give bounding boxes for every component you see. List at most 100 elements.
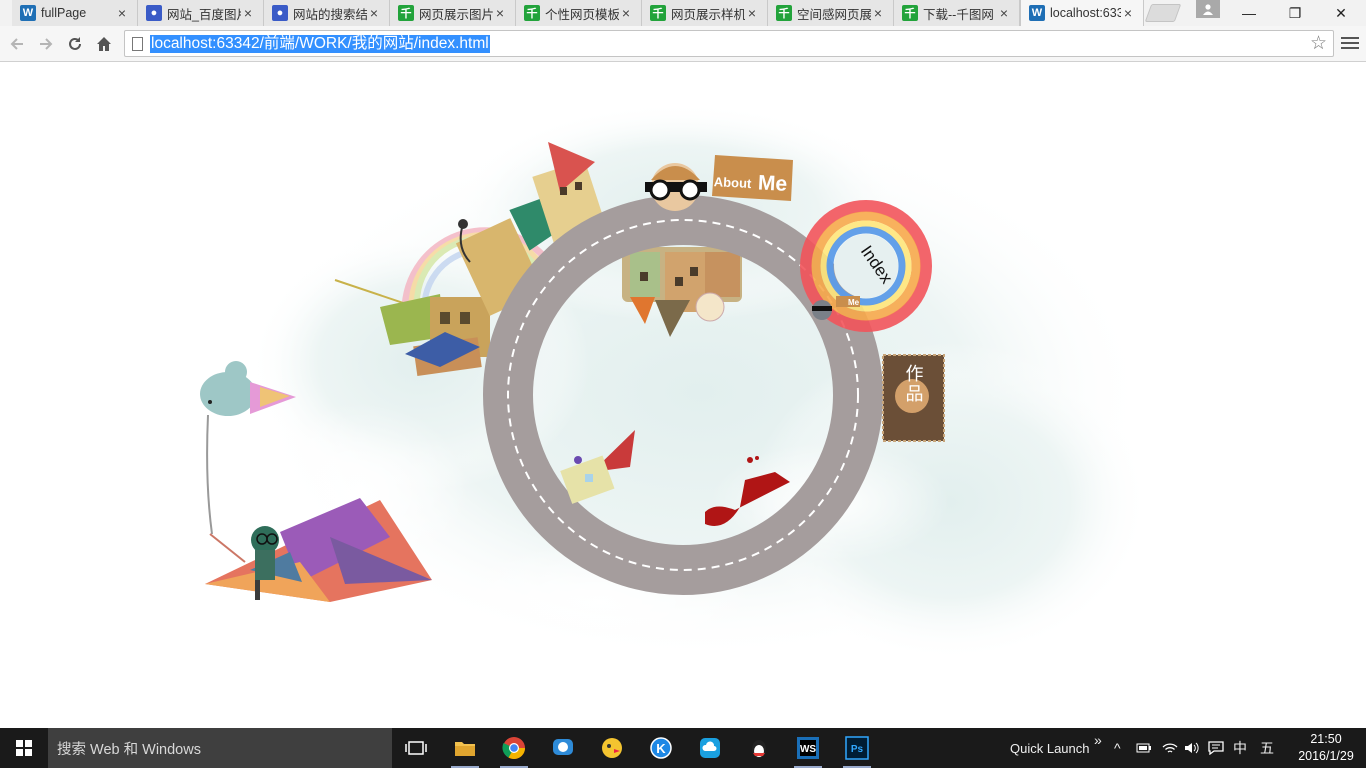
tray-expand-icon[interactable]: ^: [1114, 728, 1121, 768]
chrome-button[interactable]: [498, 732, 530, 768]
volume-icon[interactable]: [1184, 728, 1200, 768]
bird-app-button[interactable]: [596, 732, 628, 764]
qt-app-button[interactable]: [547, 732, 579, 764]
home-button[interactable]: [92, 32, 116, 56]
tab-mockups[interactable]: 千 网页展示样机 ×: [642, 0, 768, 26]
tab-fullpage[interactable]: W fullPage ×: [12, 0, 138, 26]
page-icon: [132, 37, 143, 51]
notification-icon[interactable]: [1208, 728, 1224, 768]
qiantu-icon: 千: [902, 5, 918, 21]
qiantu-icon: 千: [398, 5, 414, 21]
wifi-icon[interactable]: [1162, 728, 1178, 768]
chrome-menu-button[interactable]: [1341, 32, 1359, 54]
address-bar[interactable]: localhost:63342/前端/WORK/我的网站/index.html …: [124, 30, 1334, 57]
works-sign[interactable]: 作品: [882, 354, 945, 442]
bookmark-star-icon[interactable]: ☆: [1310, 32, 1327, 55]
tab-spatial[interactable]: 千 空间感网页展 ×: [768, 0, 894, 26]
close-icon[interactable]: ×: [871, 5, 885, 21]
webstorm-icon: W: [1029, 5, 1045, 21]
arrow-right-icon: [40, 38, 53, 50]
tab-title: 网站_百度图片: [167, 7, 241, 22]
tab-templates[interactable]: 千 个性网页模板 ×: [516, 0, 642, 26]
photoshop-button[interactable]: Ps: [841, 732, 873, 768]
home-icon: [97, 37, 111, 51]
k-music-icon: K: [650, 737, 672, 759]
windows-logo-icon: [16, 740, 32, 756]
taskbar-search[interactable]: 搜索 Web 和 Windows: [48, 728, 392, 768]
svg-text:Ps: Ps: [851, 744, 864, 755]
tab-title: 网页展示样机: [671, 7, 745, 22]
chrome-icon: [502, 737, 525, 759]
tab-page-images[interactable]: 千 网页展示图片 ×: [390, 0, 516, 26]
profile-button[interactable]: [1196, 0, 1220, 18]
tab-baidu-images[interactable]: ● 网站_百度图片 ×: [138, 0, 264, 26]
forward-button[interactable]: [34, 32, 58, 56]
back-button[interactable]: [5, 32, 29, 56]
close-icon[interactable]: ×: [241, 5, 255, 21]
svg-text:K: K: [656, 741, 666, 756]
tab-search-results[interactable]: ● 网站的搜索结果 ×: [264, 0, 390, 26]
baidu-paw-icon: ●: [146, 5, 162, 21]
qiantu-icon: 千: [524, 5, 540, 21]
menu-bar-icon: [1341, 47, 1359, 49]
mini-sign-text: Me: [848, 298, 860, 307]
kugou-button[interactable]: K: [645, 732, 677, 764]
close-icon[interactable]: ×: [997, 5, 1011, 21]
task-view-icon: [405, 741, 427, 755]
reload-button[interactable]: [63, 32, 87, 56]
tab-title: 个性网页模板: [545, 7, 619, 22]
maximize-button[interactable]: ❐: [1272, 0, 1318, 26]
tab-title: localhost:633: [1050, 6, 1121, 20]
quick-launch-chevron[interactable]: »: [1094, 720, 1102, 760]
windows-taskbar: 搜索 Web 和 Windows K WS Ps Quick Launch » …: [0, 728, 1366, 768]
new-tab-button[interactable]: [1144, 4, 1182, 22]
page-viewport: About Me Index Me 作品: [0, 62, 1366, 728]
close-icon[interactable]: ×: [745, 5, 759, 21]
ime-mode-indicator[interactable]: 五: [1260, 728, 1274, 768]
photoshop-icon: Ps: [845, 736, 869, 760]
qq-button[interactable]: [743, 732, 775, 764]
svg-text:WS: WS: [800, 744, 816, 755]
person-icon: [1203, 4, 1213, 15]
battery-icon[interactable]: [1136, 728, 1152, 768]
ime-indicator[interactable]: 中: [1233, 728, 1247, 768]
close-icon[interactable]: ×: [1121, 5, 1135, 21]
close-icon[interactable]: ×: [115, 5, 129, 21]
file-explorer-button[interactable]: [449, 732, 481, 768]
baidu-paw-icon: ●: [272, 5, 288, 21]
close-icon[interactable]: ×: [493, 5, 507, 21]
clock-time: 21:50: [1310, 732, 1342, 746]
tab-title: 网站的搜索结果: [293, 7, 367, 22]
close-icon[interactable]: ×: [619, 5, 633, 21]
about-me-sign[interactable]: About Me: [712, 155, 793, 201]
clock-date: 2016/1/29: [1298, 749, 1354, 763]
close-icon[interactable]: ×: [367, 5, 381, 21]
task-view-button[interactable]: [400, 732, 432, 764]
tab-title: 下载--千图网: [923, 7, 994, 22]
webstorm-icon: WS: [797, 737, 819, 759]
close-window-button[interactable]: ✕: [1318, 0, 1364, 26]
arrow-left-icon: [10, 38, 23, 50]
webstorm-icon: W: [20, 5, 36, 21]
address-url[interactable]: localhost:63342/前端/WORK/我的网站/index.html: [150, 35, 490, 53]
tab-title: 空间感网页展: [797, 7, 871, 22]
cloud-drive-icon: [700, 738, 720, 758]
about-sign-me: Me: [757, 171, 787, 195]
chat-bubble-icon: [553, 739, 573, 755]
works-label: 作品: [903, 364, 924, 404]
quick-launch-label[interactable]: Quick Launch: [1010, 728, 1090, 768]
qiantu-icon: 千: [776, 5, 792, 21]
webstorm-button[interactable]: WS: [792, 732, 824, 768]
minimize-button[interactable]: —: [1226, 0, 1272, 26]
folder-icon: [455, 742, 475, 756]
start-button[interactable]: [0, 728, 48, 768]
baidu-cloud-button[interactable]: [694, 732, 726, 764]
menu-bar-icon: [1341, 42, 1359, 44]
reload-icon: [69, 37, 81, 50]
system-clock[interactable]: 21:50 2016/1/29: [1290, 731, 1362, 765]
tab-download[interactable]: 千 下载--千图网 ×: [894, 0, 1020, 26]
tab-strip: W fullPage × ● 网站_百度图片 × ● 网站的搜索结果 × 千 网…: [0, 0, 1366, 26]
qiantu-icon: 千: [650, 5, 666, 21]
penguin-icon: [752, 740, 766, 758]
tab-localhost[interactable]: W localhost:633 ×: [1020, 0, 1144, 26]
